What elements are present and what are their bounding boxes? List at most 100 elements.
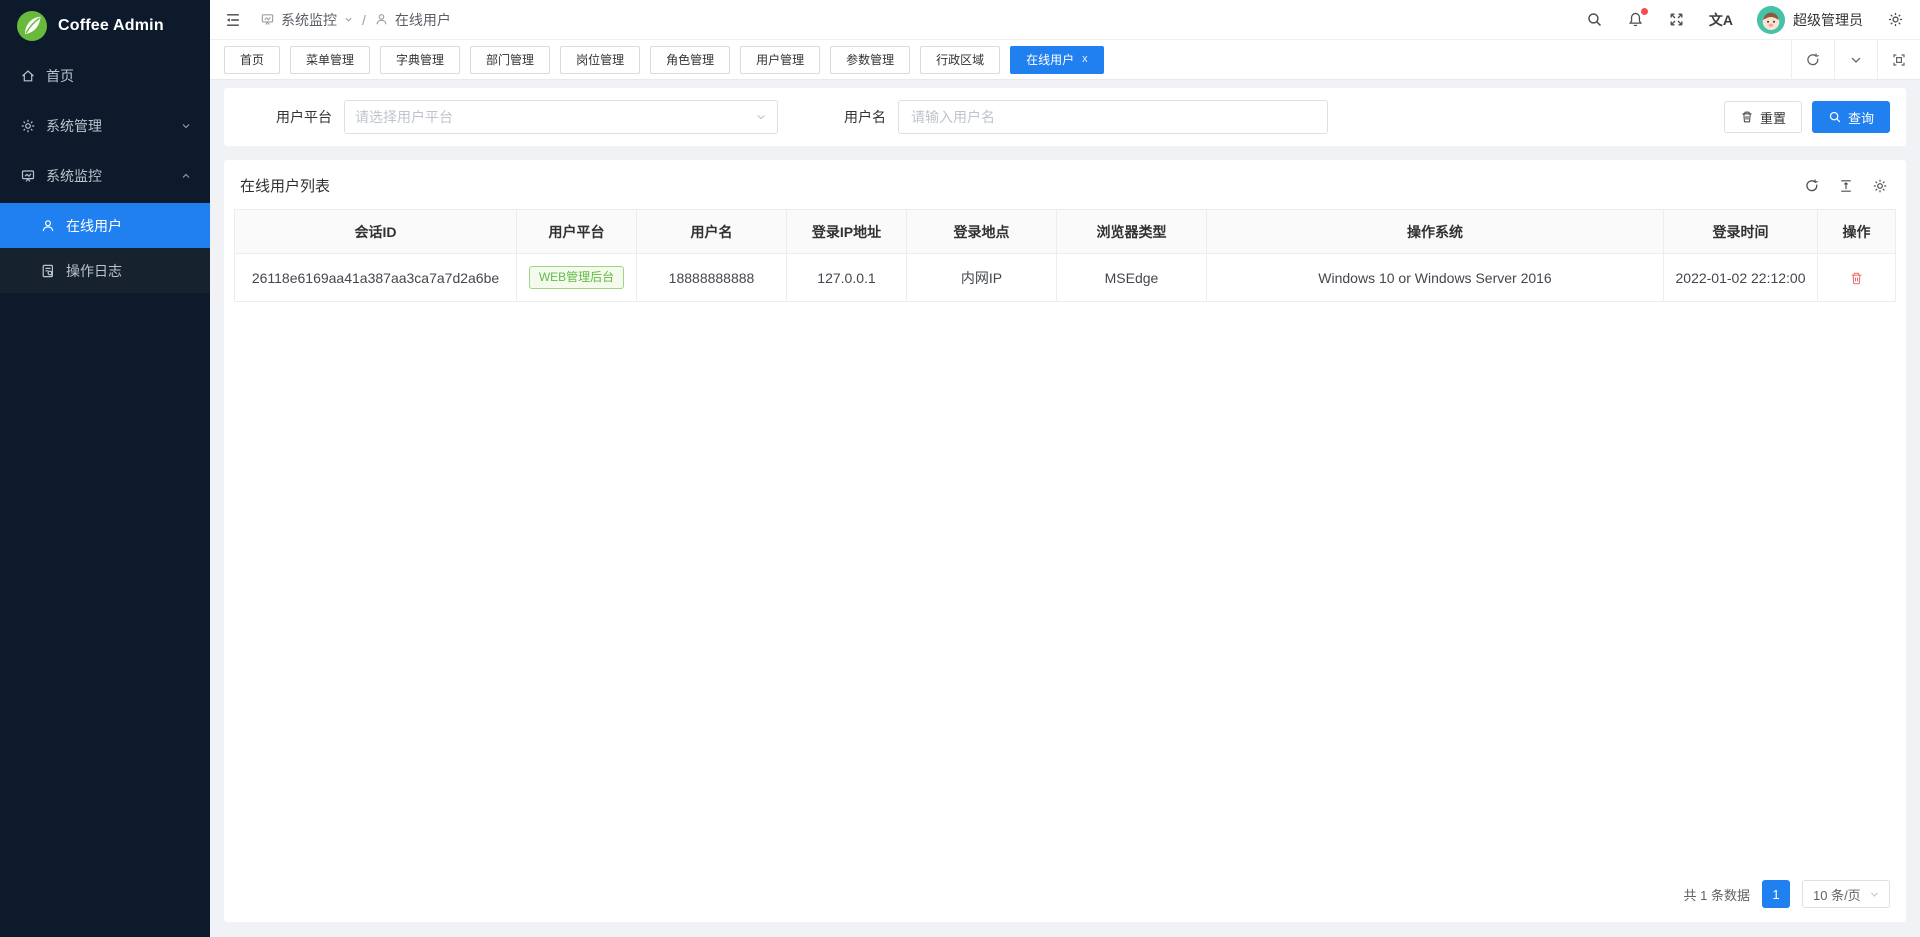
sidebar-menu: 首页 系统管理 [0, 52, 210, 293]
col-location: 登录地点 [907, 210, 1057, 254]
chevron-down-icon [343, 14, 354, 25]
tab-menu-management[interactable]: 菜单管理 [290, 46, 370, 74]
user-icon [40, 218, 56, 234]
chevron-down-icon [180, 120, 192, 132]
platform-tag: WEB管理后台 [529, 266, 624, 290]
sidebar-item-system-monitor[interactable]: 系统监控 [0, 155, 210, 197]
cell-username: 18888888888 [637, 254, 787, 302]
username-input[interactable] [898, 100, 1328, 134]
table-wrap: 会话ID 用户平台 用户名 登录IP地址 登录地点 浏览器类型 操作系统 登录时… [224, 209, 1906, 302]
sidebar-item-label: 操作日志 [66, 261, 122, 281]
tab-role-management[interactable]: 角色管理 [650, 46, 730, 74]
tab-dept-management[interactable]: 部门管理 [470, 46, 550, 74]
content-area: 用户平台 请选择用户平台 用户名 [210, 80, 1920, 937]
pagination-page-1[interactable]: 1 [1762, 880, 1790, 908]
tab-param-management[interactable]: 参数管理 [830, 46, 910, 74]
chevron-down-icon [1869, 889, 1880, 900]
table-row: 26118e6169aa41a387aa3ca7a7d2a6be WEB管理后台… [235, 254, 1896, 302]
app-root: Coffee Admin 首页 系统管理 [0, 0, 1920, 937]
tab-admin-region[interactable]: 行政区域 [920, 46, 1000, 74]
top-header: 系统监控 / 在线用户 [210, 0, 1920, 40]
current-user-name: 超级管理员 [1793, 10, 1863, 30]
table-header-row: 会话ID 用户平台 用户名 登录IP地址 登录地点 浏览器类型 操作系统 登录时… [235, 210, 1896, 254]
refresh-icon[interactable] [1791, 40, 1834, 80]
page-tabs: 首页 菜单管理 字典管理 部门管理 岗位管理 角色管理 用户管理 参数管理 行政… [224, 46, 1104, 74]
sidebar-item-system-management[interactable]: 系统管理 [0, 105, 210, 147]
row-density-icon[interactable] [1838, 178, 1854, 194]
sidebar-item-home[interactable]: 首页 [0, 55, 210, 97]
tab-label: 在线用户 [1026, 51, 1074, 68]
page-size-value: 10 条/页 [1813, 885, 1861, 904]
monitor-icon [20, 168, 36, 184]
sidebar-submenu-monitor: 在线用户 操作日志 [0, 203, 210, 293]
notification-dot [1641, 8, 1648, 15]
col-ip: 登录IP地址 [787, 210, 907, 254]
page-size-select[interactable]: 10 条/页 [1802, 880, 1890, 908]
search-button-label: 查询 [1848, 108, 1874, 127]
breadcrumb-parent[interactable]: 系统监控 [281, 10, 337, 30]
platform-select-placeholder: 请选择用户平台 [355, 107, 755, 127]
chevron-down-icon [755, 111, 767, 123]
translate-icon[interactable]: 文A [1709, 10, 1733, 30]
tab-close-icon[interactable]: x [1082, 54, 1088, 65]
cell-platform: WEB管理后台 [517, 254, 637, 302]
spring-leaf-logo-icon [16, 10, 48, 42]
avatar [1757, 6, 1785, 34]
platform-label: 用户平台 [240, 107, 344, 127]
filter-actions: 重置 查询 [1724, 101, 1890, 133]
tab-user-management[interactable]: 用户管理 [740, 46, 820, 74]
tabbar-controls [1791, 40, 1920, 80]
reset-button[interactable]: 重置 [1724, 101, 1802, 133]
delete-row-trash-icon[interactable] [1849, 271, 1864, 286]
col-session-id: 会话ID [235, 210, 517, 254]
log-search-icon [40, 263, 56, 279]
card-header: 在线用户列表 [224, 160, 1906, 209]
tab-online-users-active[interactable]: 在线用户 x [1010, 46, 1104, 74]
sidebar-item-online-users[interactable]: 在线用户 [0, 203, 210, 248]
col-browser: 浏览器类型 [1057, 210, 1207, 254]
maximize-icon[interactable] [1877, 40, 1920, 80]
tab-post-management[interactable]: 岗位管理 [560, 46, 640, 74]
user-icon [374, 12, 389, 27]
cell-ip: 127.0.0.1 [787, 254, 907, 302]
sidebar-item-label: 首页 [46, 66, 74, 86]
header-actions: 文A 超级管理员 [1586, 6, 1904, 34]
cell-session-id: 26118e6169aa41a387aa3ca7a7d2a6be [235, 254, 517, 302]
tab-dict-management[interactable]: 字典管理 [380, 46, 460, 74]
sidebar-item-label: 在线用户 [66, 216, 122, 236]
search-icon[interactable] [1586, 11, 1603, 28]
sidebar-collapse-icon[interactable] [224, 11, 242, 29]
cell-location: 内网IP [907, 254, 1057, 302]
breadcrumb: 系统监控 / 在线用户 [260, 10, 451, 30]
brand-name: Coffee Admin [58, 17, 164, 35]
chevron-down-icon[interactable] [1834, 40, 1877, 80]
refresh-icon[interactable] [1804, 178, 1820, 194]
notification-bell-icon[interactable] [1627, 11, 1644, 28]
settings-gear-icon[interactable] [1887, 11, 1904, 28]
card-tools [1804, 178, 1888, 194]
cell-actions [1818, 254, 1896, 302]
pagination-total: 共 1 条数据 [1684, 885, 1750, 904]
monitor-icon [260, 12, 275, 27]
tab-home[interactable]: 首页 [224, 46, 280, 74]
filter-panel: 用户平台 请选择用户平台 用户名 [224, 88, 1906, 146]
user-chip[interactable]: 超级管理员 [1757, 6, 1863, 34]
gear-icon [20, 118, 36, 134]
home-icon [20, 68, 36, 84]
sidebar: Coffee Admin 首页 系统管理 [0, 0, 210, 937]
fullscreen-icon[interactable] [1668, 11, 1685, 28]
brand: Coffee Admin [0, 0, 210, 52]
platform-select[interactable]: 请选择用户平台 [344, 100, 778, 134]
search-icon [1828, 110, 1842, 124]
reset-button-label: 重置 [1760, 108, 1786, 127]
main-column: 系统监控 / 在线用户 [210, 0, 1920, 937]
sidebar-item-operation-logs[interactable]: 操作日志 [0, 248, 210, 293]
pagination: 共 1 条数据 1 10 条/页 [224, 868, 1906, 922]
column-settings-gear-icon[interactable] [1872, 178, 1888, 194]
cell-login-time: 2022-01-02 22:12:00 [1664, 254, 1818, 302]
username-label: 用户名 [778, 107, 898, 127]
page-tabbar: 首页 菜单管理 字典管理 部门管理 岗位管理 角色管理 用户管理 参数管理 行政… [210, 40, 1920, 80]
col-os: 操作系统 [1207, 210, 1664, 254]
search-button[interactable]: 查询 [1812, 101, 1890, 133]
breadcrumb-current: 在线用户 [395, 10, 451, 30]
